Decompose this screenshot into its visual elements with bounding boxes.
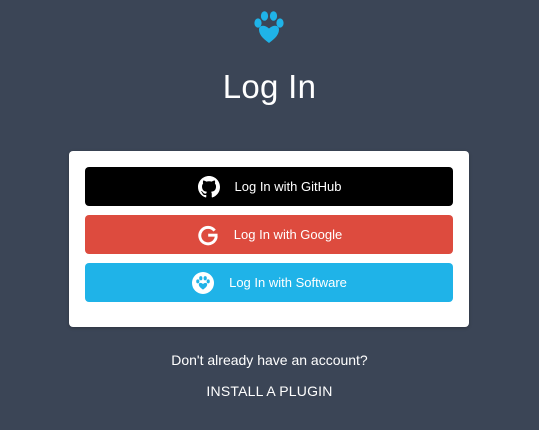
google-icon xyxy=(196,223,220,247)
login-card: Log In with GitHub Log In with Google Lo… xyxy=(69,151,469,327)
login-github-label: Log In with GitHub xyxy=(234,179,342,194)
github-icon xyxy=(197,175,221,199)
login-github-button[interactable]: Log In with GitHub xyxy=(85,167,453,206)
paw-icon xyxy=(191,271,215,295)
page-title: Log In xyxy=(222,68,317,105)
login-software-label: Log In with Software xyxy=(229,275,347,290)
login-google-button[interactable]: Log In with Google xyxy=(85,215,453,254)
signup-prompt: Don't already have an account? xyxy=(171,352,368,368)
login-google-label: Log In with Google xyxy=(233,227,343,242)
install-plugin-link[interactable]: INSTALL A PLUGIN xyxy=(0,381,539,401)
login-software-button[interactable]: Log In with Software xyxy=(85,263,453,302)
paw-heart-logo-icon xyxy=(251,10,287,46)
